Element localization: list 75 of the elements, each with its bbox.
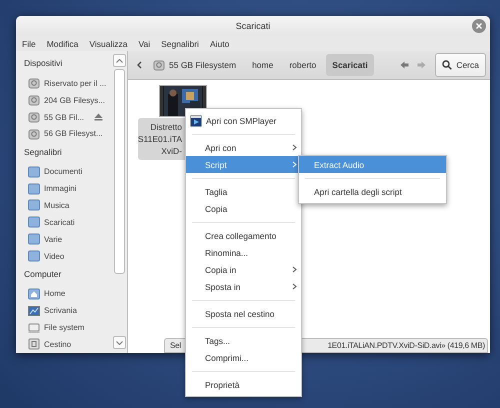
chevron-right-icon: [292, 266, 297, 273]
sidebar-item[interactable]: Riservato per il ...: [44, 78, 106, 88]
chevron-right-icon: [292, 144, 297, 151]
status-text: Sel: [170, 341, 181, 350]
arrow-right-icon: [417, 61, 426, 69]
sidebar-item[interactable]: Documenti: [44, 167, 82, 176]
menu-item[interactable]: Comprimi...: [186, 349, 301, 366]
scroll-up-button[interactable]: [113, 54, 126, 67]
search-icon: [442, 60, 452, 70]
trash-icon: [28, 338, 40, 350]
menu-item[interactable]: Sposta in: [186, 278, 301, 295]
sidebar-heading: Segnalibri: [24, 146, 63, 159]
drive-icon: [28, 77, 40, 90]
drive-icon: [153, 59, 165, 71]
menu-item[interactable]: Tags...: [186, 332, 301, 349]
file-name: S11E01.iTA: [138, 133, 182, 145]
window-title: Scaricati: [236, 21, 270, 31]
menu-item[interactable]: Taglia: [186, 183, 301, 200]
drive-icon: [28, 94, 40, 106]
sidebar-heading: Computer: [24, 268, 62, 281]
chevron-up-icon: [116, 58, 123, 62]
folder-icon: [28, 166, 40, 178]
status-text: 1E01.iTALiAN.PDTV.XviD-SiD.avi» (419,6 MB): [328, 341, 485, 350]
close-icon: [476, 23, 482, 29]
chevron-down-icon: [116, 340, 123, 344]
sidebar-item[interactable]: Musica: [44, 200, 70, 210]
chevron-right-icon: [292, 283, 297, 290]
menu-item[interactable]: Rinomina...: [186, 244, 301, 261]
menu-item[interactable]: Sposta nel cestino: [186, 305, 301, 322]
menu-bar-item[interactable]: Aiuto: [210, 38, 230, 48]
sidebar-item[interactable]: Scrivania: [44, 306, 77, 316]
chevron-left-icon: [137, 61, 142, 69]
sidebar-item[interactable]: 55 GB Fil...: [44, 112, 84, 122]
menu-bar-item[interactable]: File: [22, 38, 36, 48]
folder-icon: [28, 250, 40, 262]
sidebar-item[interactable]: 56 GB Filesyst...: [44, 129, 103, 138]
sidebar-item[interactable]: File system: [44, 323, 84, 332]
folder-icon: [28, 199, 40, 212]
drive-icon: [28, 111, 40, 124]
menu-item[interactable]: Copia: [186, 200, 301, 217]
desktop-icon: [28, 304, 40, 317]
sidebar-item[interactable]: Video: [44, 252, 64, 261]
home-icon: [28, 288, 40, 300]
folder-icon: [28, 182, 40, 195]
menu-bar-item[interactable]: Vai: [138, 38, 150, 48]
video-player-icon: [190, 114, 202, 126]
path-button[interactable]: Scaricati: [326, 54, 374, 76]
file-name: Distretto: [150, 121, 182, 133]
menu-bar-item[interactable]: Modifica: [46, 38, 78, 48]
sidebar-item[interactable]: Varie: [44, 234, 62, 244]
path-button[interactable]: 55 GB Filesystem: [147, 54, 242, 76]
drive-icon: [28, 128, 40, 140]
folder-icon: [28, 216, 40, 228]
path-button[interactable]: home: [246, 54, 280, 76]
sidebar-item[interactable]: Immagini: [44, 184, 76, 194]
menu-item[interactable]: Crea collegamento: [186, 227, 301, 244]
menu-item[interactable]: Proprietà: [186, 376, 301, 393]
path-button[interactable]: roberto: [283, 54, 322, 76]
sidebar-heading: Dispositivi: [24, 57, 64, 70]
menu-bar-item[interactable]: Visualizza: [89, 38, 128, 48]
menu-item[interactable]: Apri cartella degli script: [299, 183, 446, 200]
search-button[interactable]: Cerca: [435, 53, 486, 77]
file-name: XviD-: [161, 145, 182, 157]
menu-bar-item[interactable]: Segnalibri: [161, 38, 199, 48]
close-button[interactable]: [472, 19, 486, 33]
menu-item[interactable]: Copia in: [186, 261, 301, 278]
folder-icon: [28, 233, 40, 246]
sidebar-item[interactable]: 204 GB Filesys...: [44, 96, 105, 105]
scrollbar-thumb[interactable]: [114, 69, 125, 274]
eject-icon[interactable]: [94, 113, 104, 122]
sidebar-item[interactable]: Home: [44, 289, 66, 298]
sidebar-item[interactable]: Scaricati: [44, 218, 75, 227]
arrow-left-icon: [400, 61, 410, 69]
sidebar-item[interactable]: Cestino: [44, 340, 72, 349]
scroll-down-button[interactable]: [113, 336, 126, 349]
